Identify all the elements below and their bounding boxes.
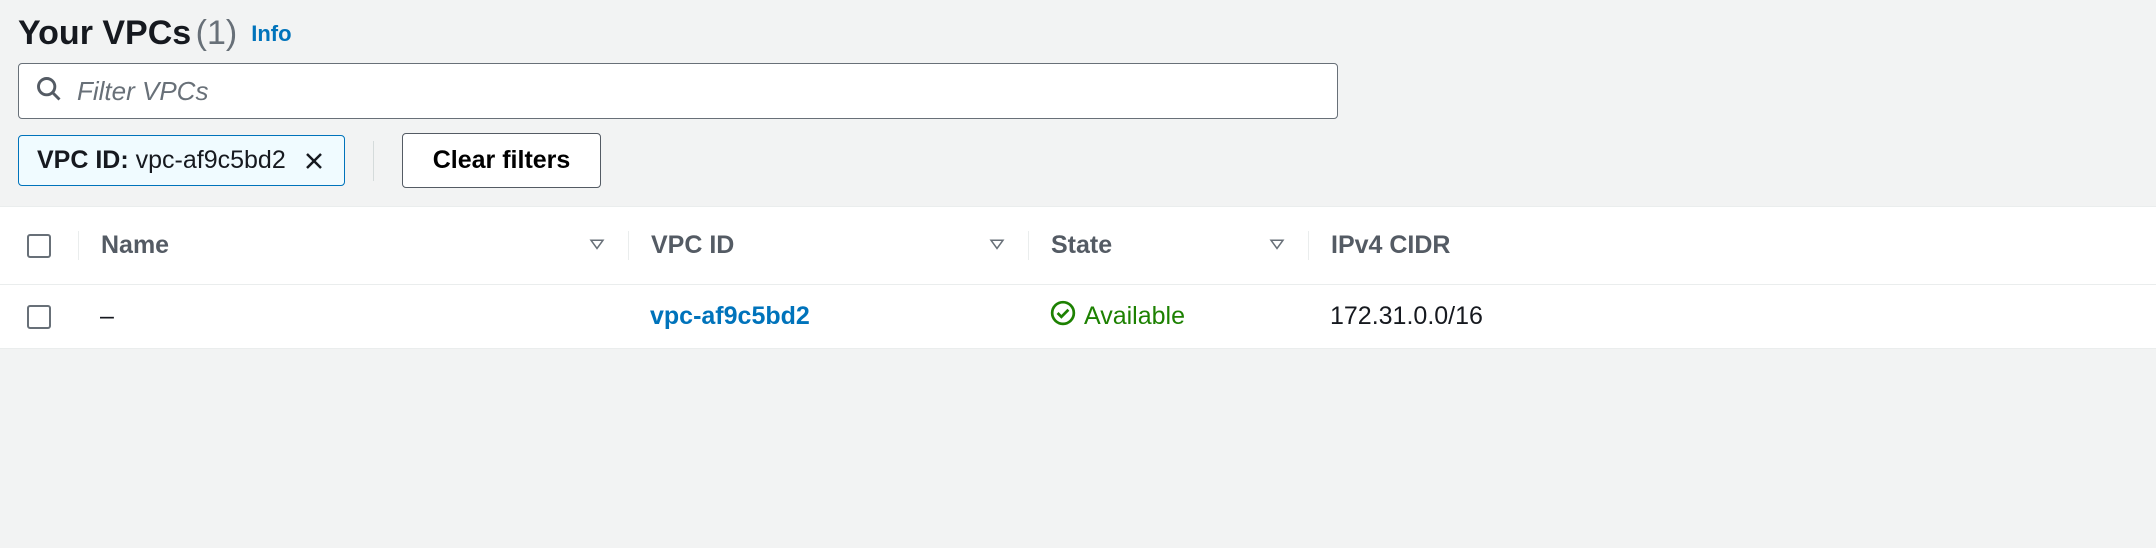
filter-chip-vpc-id[interactable]: VPC ID: vpc-af9c5bd2 <box>18 135 345 186</box>
row-checkbox[interactable] <box>27 305 51 329</box>
row-select-cell <box>0 305 78 329</box>
close-icon[interactable] <box>302 149 326 173</box>
column-label: VPC ID <box>651 231 734 260</box>
select-all-cell <box>0 234 78 258</box>
cell-name: – <box>78 302 628 331</box>
sort-icon <box>988 231 1006 260</box>
table-header-row: Name VPC ID State IPv4 <box>0 207 2156 285</box>
column-header-state[interactable]: State <box>1028 231 1308 260</box>
column-label: Name <box>101 231 169 260</box>
sort-icon <box>588 231 606 260</box>
cell-ipv4-cidr: 172.31.0.0/16 <box>1308 302 2156 331</box>
filter-bar: VPC ID: vpc-af9c5bd2 Clear filters <box>0 133 2156 206</box>
page-title: Your VPCs (1) <box>18 14 237 53</box>
vpc-table: Name VPC ID State IPv4 <box>0 206 2156 349</box>
cell-state: Available <box>1028 300 1308 333</box>
info-link[interactable]: Info <box>251 21 291 47</box>
column-label: State <box>1051 231 1112 260</box>
filter-key: VPC ID: <box>37 146 129 174</box>
cell-vpc-id: vpc-af9c5bd2 <box>628 302 1028 331</box>
column-header-vpc-id[interactable]: VPC ID <box>628 231 1028 260</box>
status-text: Available <box>1084 302 1185 331</box>
check-circle-icon <box>1050 300 1076 333</box>
column-header-name[interactable]: Name <box>78 231 628 260</box>
clear-filters-button[interactable]: Clear filters <box>402 133 602 188</box>
sort-icon <box>1268 231 1286 260</box>
search-container <box>0 63 2156 133</box>
search-input[interactable] <box>77 76 1321 107</box>
select-all-checkbox[interactable] <box>27 234 51 258</box>
table-row[interactable]: – vpc-af9c5bd2 Available 172.31.0.0/16 <box>0 285 2156 349</box>
search-icon <box>35 75 63 108</box>
status-badge: Available <box>1050 300 1185 333</box>
column-label: IPv4 CIDR <box>1331 231 1450 260</box>
search-box[interactable] <box>18 63 1338 119</box>
filter-chip-text: VPC ID: vpc-af9c5bd2 <box>37 146 286 175</box>
resource-count: (1) <box>196 14 238 52</box>
column-header-ipv4-cidr[interactable]: IPv4 CIDR <box>1308 231 2156 260</box>
vertical-divider <box>373 141 374 181</box>
title-text: Your VPCs <box>18 14 191 52</box>
vpc-id-link[interactable]: vpc-af9c5bd2 <box>650 302 810 331</box>
filter-value: vpc-af9c5bd2 <box>136 146 286 174</box>
page-header: Your VPCs (1) Info <box>0 0 2156 63</box>
